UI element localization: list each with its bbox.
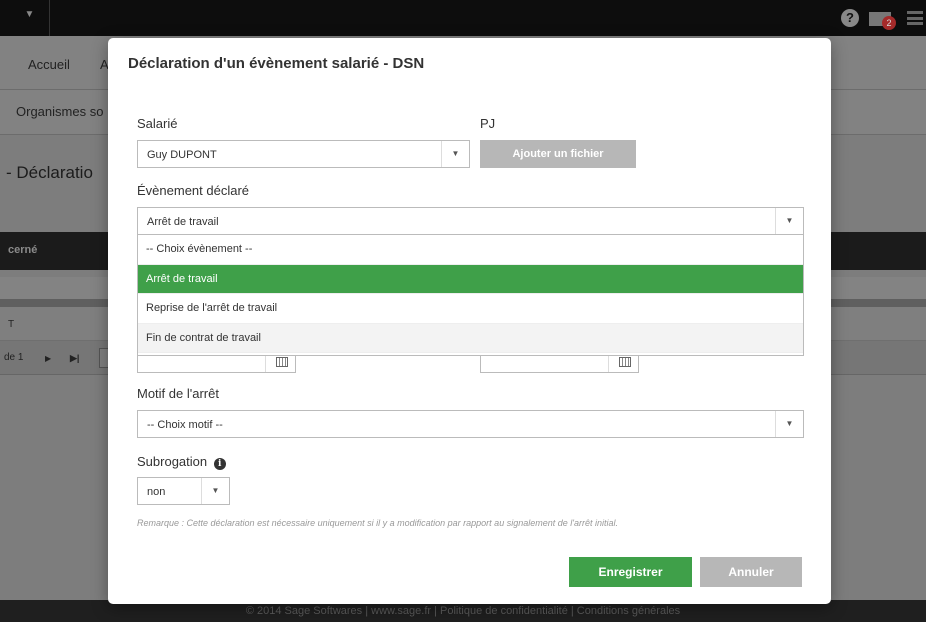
subrogation-label-wrap: Subrogation i (137, 454, 226, 470)
add-file-button[interactable]: Ajouter un fichier (480, 140, 636, 168)
sub-nav-item-organismes[interactable]: Organismes so (16, 104, 103, 119)
subrogation-value: non (147, 486, 166, 498)
pager-label: de 1 (4, 352, 24, 363)
evenement-value: Arrêt de travail (147, 216, 219, 228)
motif-value: -- Choix motif -- (147, 419, 223, 431)
evenement-label: Évènement déclaré (137, 183, 250, 198)
evenement-select[interactable]: Arrêt de travail ▼ (137, 207, 804, 235)
motif-select[interactable]: -- Choix motif -- ▼ (137, 410, 804, 438)
evenement-dropdown-list: -- Choix évènement -- Arrêt de travail R… (137, 235, 804, 356)
dropdown-option[interactable]: Reprise de l'arrêt de travail (138, 294, 803, 324)
event-declaration-modal: Déclaration d'un évènement salarié - DSN… (108, 38, 831, 604)
top-bar: ▼ ? 2 (0, 0, 926, 36)
salarie-label: Salarié (137, 116, 178, 131)
cancel-button[interactable]: Annuler (700, 557, 802, 587)
page-title: - Déclaratio (6, 163, 93, 182)
subrogation-select[interactable]: non ▼ (137, 477, 230, 505)
chevron-down-icon[interactable]: ▼ (441, 141, 469, 167)
modal-title: Déclaration d'un évènement salarié - DSN (128, 55, 425, 72)
play-icon[interactable]: ▶ (45, 354, 51, 363)
motif-label: Motif de l'arrêt (137, 386, 219, 401)
pj-label: PJ (480, 116, 496, 131)
salarie-select[interactable]: Guy DUPONT ▼ (137, 140, 470, 168)
chevron-down-icon[interactable]: ▼ (10, 0, 50, 36)
save-button[interactable]: Enregistrer (569, 557, 692, 587)
footer-text: © 2014 Sage Softwares | www.sage.fr | Po… (245, 605, 681, 617)
chevron-down-icon[interactable]: ▼ (201, 478, 229, 504)
menu-icon[interactable] (907, 11, 923, 25)
subrogation-label: Subrogation (137, 454, 208, 469)
table-cell: T (8, 319, 15, 330)
table-header-label: cerné (8, 244, 38, 256)
dropdown-option-selected[interactable]: Arrêt de travail (138, 264, 803, 294)
chevron-down-icon[interactable]: ▼ (775, 208, 803, 234)
remark-text: Remarque : Cette déclaration est nécessa… (137, 518, 618, 528)
salarie-value: Guy DUPONT (147, 149, 217, 161)
skip-end-icon[interactable]: ▶| (70, 353, 79, 364)
info-icon[interactable]: i (213, 458, 226, 470)
dropdown-option-hovered[interactable]: Fin de contrat de travail (138, 323, 803, 353)
chevron-down-icon[interactable]: ▼ (775, 411, 803, 437)
dropdown-option[interactable]: -- Choix évènement -- (138, 235, 803, 265)
nav-item-accueil[interactable]: Accueil (28, 57, 70, 72)
help-icon[interactable]: ? (841, 9, 859, 27)
notification-badge: 2 (882, 16, 896, 30)
